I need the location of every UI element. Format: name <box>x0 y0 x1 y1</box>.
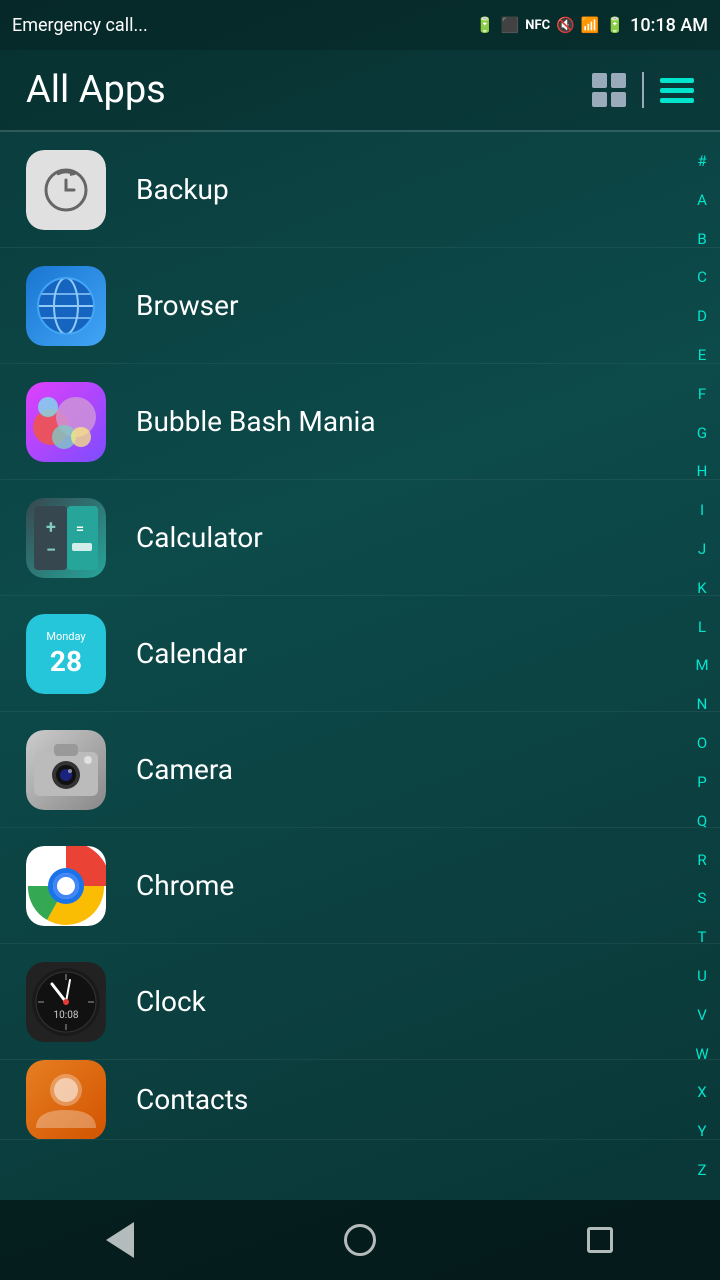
alpha-h[interactable]: H <box>697 464 708 479</box>
mute-icon: 🔇 <box>556 16 575 34</box>
alpha-s[interactable]: S <box>698 891 707 906</box>
alpha-e[interactable]: E <box>698 348 707 363</box>
bottom-navigation <box>0 1200 720 1280</box>
nfc-icon: NFC <box>525 18 550 33</box>
app-icon-bubble <box>26 382 106 462</box>
screenshot-icon: ⬛ <box>501 16 520 34</box>
alpha-y[interactable]: Y <box>697 1124 706 1139</box>
grid-view-button[interactable] <box>592 73 626 107</box>
list-item[interactable]: 10:08 Clock <box>0 944 720 1060</box>
recents-button[interactable] <box>570 1210 630 1270</box>
alpha-a[interactable]: A <box>697 193 707 208</box>
list-item[interactable]: + − = Calculator <box>0 480 720 596</box>
alpha-o[interactable]: O <box>697 736 707 751</box>
app-name-backup: Backup <box>136 173 229 206</box>
list-item[interactable]: Browser <box>0 248 720 364</box>
content-area: Backup Browser <box>0 132 720 1200</box>
svg-text:−: − <box>46 540 56 561</box>
app-icon-browser <box>26 266 106 346</box>
list-item[interactable]: Contacts <box>0 1060 720 1140</box>
view-toggle-divider <box>642 72 644 108</box>
alpha-v[interactable]: V <box>697 1008 707 1023</box>
app-icon-calculator: + − = <box>26 498 106 578</box>
alpha-j[interactable]: J <box>698 542 706 557</box>
svg-text:=: = <box>76 521 84 537</box>
app-name-camera: Camera <box>136 753 233 786</box>
alpha-p[interactable]: P <box>697 775 706 790</box>
list-item[interactable]: Monday 28 Calendar <box>0 596 720 712</box>
wifi-icon: 📶 <box>581 16 600 34</box>
app-name-chrome: Chrome <box>136 869 234 902</box>
list-view-button[interactable] <box>660 78 694 103</box>
alpha-d[interactable]: D <box>697 309 707 324</box>
alpha-b[interactable]: B <box>697 232 706 247</box>
app-name-calculator: Calculator <box>136 521 263 554</box>
app-name-browser: Browser <box>136 289 238 322</box>
list-item[interactable]: Chrome <box>0 828 720 944</box>
alpha-w[interactable]: W <box>695 1047 708 1062</box>
app-list-header: All Apps <box>0 50 720 130</box>
app-name-calendar: Calendar <box>136 637 247 670</box>
app-icon-contacts <box>26 1060 106 1140</box>
alpha-f[interactable]: F <box>698 387 706 402</box>
app-icon-camera <box>26 730 106 810</box>
svg-text:+: + <box>46 517 56 538</box>
alpha-c[interactable]: C <box>697 270 707 285</box>
app-icon-clock: 10:08 <box>26 962 106 1042</box>
app-icon-calendar: Monday 28 <box>26 614 106 694</box>
battery-saver-icon: 🔋 <box>605 16 624 34</box>
alpha-z[interactable]: Z <box>698 1163 707 1178</box>
alpha-l[interactable]: L <box>698 620 706 635</box>
svg-text:10:08: 10:08 <box>54 1010 79 1021</box>
list-item[interactable]: Backup <box>0 132 720 248</box>
emergency-call-text: Emergency call... <box>12 15 148 36</box>
alpha-m[interactable]: M <box>695 658 708 673</box>
app-list: Backup Browser <box>0 132 720 1140</box>
alphabet-index: # A B C D E F G H I J K L M N O P Q R S … <box>684 132 720 1200</box>
app-icon-backup <box>26 150 106 230</box>
alpha-n[interactable]: N <box>697 697 708 712</box>
app-icon-chrome <box>26 846 106 926</box>
app-name-bubble: Bubble Bash Mania <box>136 405 376 438</box>
alpha-i[interactable]: I <box>700 503 704 518</box>
alpha-g[interactable]: G <box>697 426 707 441</box>
home-button[interactable] <box>330 1210 390 1270</box>
alpha-r[interactable]: R <box>697 853 706 868</box>
status-bar: Emergency call... 🔋 ⬛ NFC 🔇 📶 🔋 10:18 AM <box>0 0 720 50</box>
alpha-t[interactable]: T <box>698 930 707 945</box>
app-name-contacts: Contacts <box>136 1083 248 1116</box>
list-item[interactable]: Bubble Bash Mania <box>0 364 720 480</box>
page-title: All Apps <box>26 68 166 112</box>
list-item[interactable]: Camera <box>0 712 720 828</box>
app-name-clock: Clock <box>136 985 206 1018</box>
sim-icon: 🔋 <box>476 16 495 34</box>
alpha-k[interactable]: K <box>697 581 706 596</box>
clock-display: 10:18 AM <box>630 15 708 36</box>
back-button[interactable] <box>90 1210 150 1270</box>
alpha-x[interactable]: X <box>697 1085 706 1100</box>
alpha-q[interactable]: Q <box>697 814 707 829</box>
alpha-u[interactable]: U <box>697 969 707 984</box>
status-icons: 🔋 ⬛ NFC 🔇 📶 🔋 10:18 AM <box>476 15 708 36</box>
view-toggle-group <box>592 72 694 108</box>
alpha-hash[interactable]: # <box>697 154 706 169</box>
